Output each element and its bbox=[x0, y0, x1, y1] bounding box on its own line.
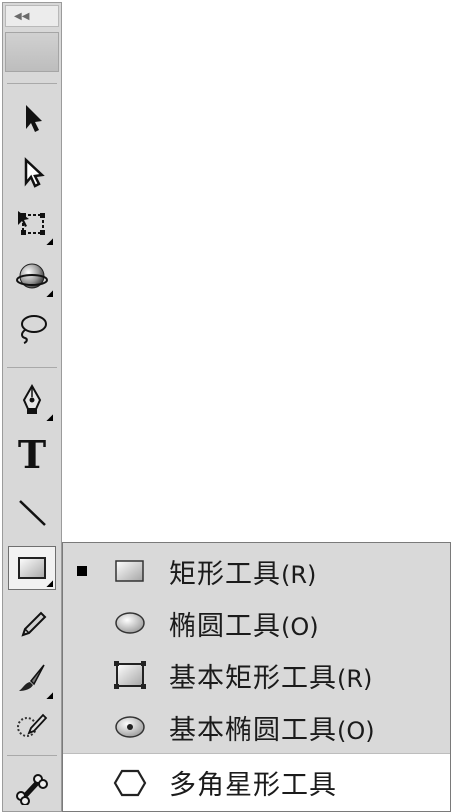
rectangle-tool[interactable] bbox=[8, 546, 56, 590]
submenu-indicator bbox=[46, 414, 53, 421]
ellipse-icon bbox=[113, 606, 147, 640]
3d-rotation-tool[interactable] bbox=[9, 253, 55, 299]
line-tool[interactable] bbox=[9, 489, 55, 535]
pen-tool[interactable] bbox=[9, 377, 55, 423]
pen-icon bbox=[22, 383, 42, 414]
menu-item-ellipse-tool[interactable]: 椭圆工具(O) bbox=[63, 597, 450, 649]
rectangle-icon bbox=[18, 557, 46, 579]
menu-item-label: 基本椭圆工具(O) bbox=[169, 714, 375, 746]
primitive-rectangle-icon bbox=[113, 658, 147, 692]
pencil-tool[interactable] bbox=[9, 601, 55, 647]
hollow-arrow-icon bbox=[24, 157, 45, 188]
sphere-icon bbox=[16, 263, 48, 289]
subselection-tool[interactable] bbox=[9, 149, 55, 195]
menu-item-label: 椭圆工具(O) bbox=[169, 610, 319, 642]
selected-bullet-icon bbox=[77, 566, 87, 576]
submenu-indicator bbox=[46, 580, 53, 587]
submenu-indicator bbox=[46, 290, 53, 297]
line-icon bbox=[19, 500, 46, 526]
shape-tools-flyout-menu: 矩形工具(R) 椭圆工具(O) 基本矩形工具(R) 基本椭圆工具(O) 多角星形… bbox=[62, 542, 451, 812]
submenu-indicator bbox=[46, 692, 53, 699]
rectangle-icon bbox=[113, 554, 147, 588]
deco-tool[interactable] bbox=[9, 703, 55, 749]
text-tool[interactable]: T bbox=[9, 431, 55, 477]
pencil-icon bbox=[21, 611, 47, 637]
separator bbox=[7, 83, 57, 84]
bone-icon bbox=[16, 774, 48, 805]
lasso-icon bbox=[21, 315, 47, 344]
primitive-ellipse-icon bbox=[113, 710, 147, 744]
menu-item-label: 矩形工具(R) bbox=[169, 558, 317, 590]
menu-item-rectangle-tool[interactable]: 矩形工具(R) bbox=[63, 545, 450, 597]
menu-item-label: 基本矩形工具(R) bbox=[169, 662, 373, 694]
separator bbox=[7, 755, 57, 756]
brush-tool[interactable] bbox=[9, 655, 55, 701]
menu-item-primitive-ellipse-tool[interactable]: 基本椭圆工具(O) bbox=[63, 701, 450, 753]
submenu-indicator bbox=[46, 238, 53, 245]
double-chevron-left-icon: ◀◀ bbox=[14, 10, 30, 22]
panel-grip[interactable] bbox=[5, 32, 59, 72]
deco-icon bbox=[17, 713, 48, 737]
lasso-tool[interactable] bbox=[9, 305, 55, 351]
free-transform-tool[interactable] bbox=[9, 201, 55, 247]
brush-icon bbox=[19, 664, 45, 691]
bone-tool[interactable] bbox=[9, 765, 55, 811]
collapse-panel-button[interactable]: ◀◀ bbox=[5, 5, 59, 27]
selection-tool[interactable] bbox=[9, 95, 55, 141]
separator bbox=[7, 367, 57, 368]
menu-item-label: 多角星形工具 bbox=[169, 770, 337, 801]
menu-item-primitive-rectangle-tool[interactable]: 基本矩形工具(R) bbox=[63, 649, 450, 701]
menu-item-polystar-tool[interactable]: 多角星形工具 bbox=[63, 753, 450, 811]
polystar-icon bbox=[113, 766, 147, 800]
free-transform-icon bbox=[18, 211, 45, 235]
tools-panel: ◀◀ T bbox=[2, 2, 62, 812]
text-icon: T bbox=[17, 431, 47, 477]
arrow-icon bbox=[26, 105, 42, 132]
